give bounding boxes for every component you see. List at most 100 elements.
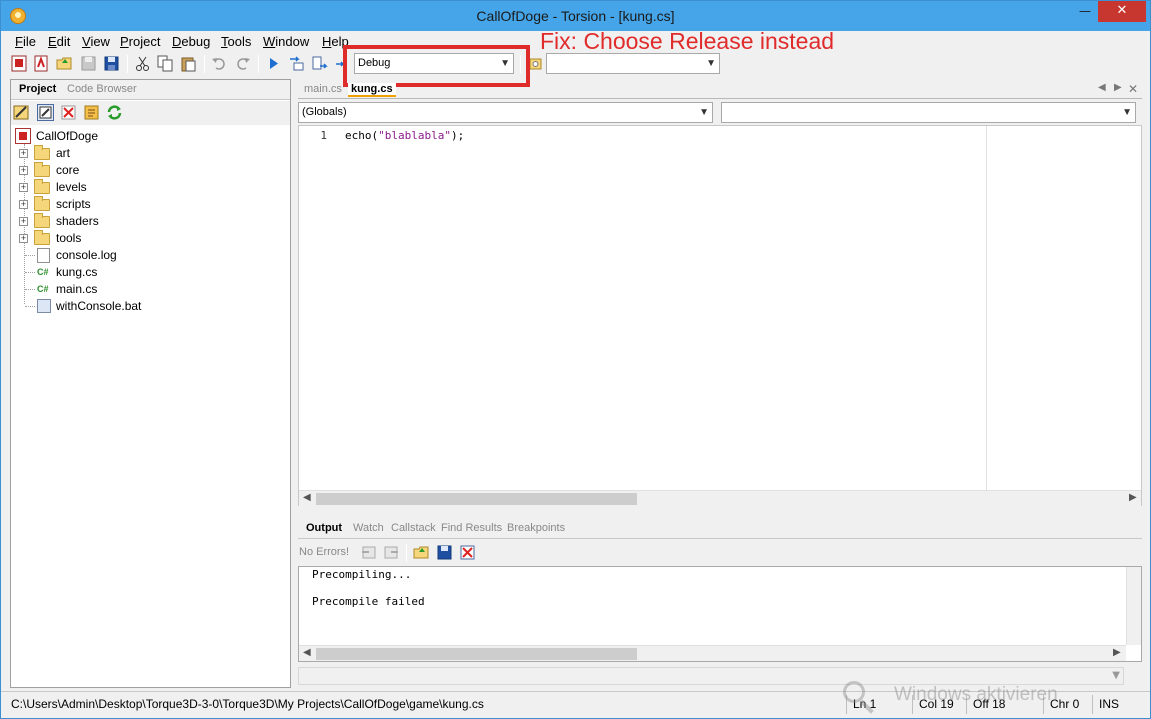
tab-kung-cs[interactable]: kung.cs <box>348 83 396 97</box>
chevron-down-icon: ▼ <box>706 58 716 69</box>
tab-main-cs[interactable]: main.cs <box>304 83 342 95</box>
scroll-right-icon[interactable]: ▶ <box>1113 647 1121 658</box>
open-folder-icon[interactable] <box>56 55 73 72</box>
project-toolbar <box>11 101 290 125</box>
tree-folder-scripts[interactable]: + scripts <box>19 196 219 213</box>
edit-icon[interactable] <box>13 104 30 121</box>
tab-project[interactable]: Project <box>19 83 56 95</box>
menu-debug[interactable]: Debug <box>172 34 210 49</box>
expand-icon[interactable]: + <box>19 200 28 209</box>
tree-folder-core[interactable]: + core <box>19 162 219 179</box>
expand-icon[interactable]: + <box>19 149 28 158</box>
tab-output[interactable]: Output <box>306 522 342 534</box>
output-console[interactable]: Precompiling... Precompile failed ◀ ▶ <box>298 566 1142 662</box>
open-folder-icon[interactable] <box>413 544 430 561</box>
close-icon[interactable]: ✕ <box>1098 1 1146 22</box>
tree-folder-art[interactable]: + art <box>19 145 219 162</box>
project-panel: Project Code Browser CallOfDoge + art + … <box>10 79 291 688</box>
menu-file[interactable]: File <box>15 34 36 49</box>
tab-watch[interactable]: Watch <box>353 522 384 534</box>
minimize-icon[interactable]: — <box>1070 1 1100 22</box>
previous-error-icon[interactable] <box>360 544 377 561</box>
scroll-right-icon[interactable]: ▶ <box>1129 492 1137 503</box>
cs-icon: C# <box>37 267 49 277</box>
close-tab-icon[interactable]: ✕ <box>1128 82 1138 96</box>
output-horizontal-scrollbar[interactable]: ◀ ▶ <box>299 645 1126 661</box>
scrollbar-thumb[interactable] <box>316 493 637 505</box>
save-icon[interactable] <box>80 55 97 72</box>
menu-tools[interactable]: Tools <box>221 34 251 49</box>
save-icon[interactable] <box>436 544 453 561</box>
clear-output-icon[interactable] <box>459 544 476 561</box>
scrollbar-thumb[interactable] <box>316 648 637 660</box>
code-line[interactable]: echo("blablabla"); <box>345 129 464 142</box>
cs-icon: C# <box>37 284 49 294</box>
output-vertical-scrollbar[interactable] <box>1126 567 1141 645</box>
tree-folder-levels[interactable]: + levels <box>19 179 219 196</box>
properties-icon[interactable] <box>83 104 100 121</box>
refresh-icon[interactable] <box>106 104 123 121</box>
tree-file-withconsole-bat[interactable]: withConsole.bat <box>19 298 219 315</box>
menu-project[interactable]: Project <box>120 34 160 49</box>
cut-icon[interactable] <box>134 55 151 72</box>
tree-file-console-log[interactable]: console.log <box>19 247 219 264</box>
expand-icon[interactable]: + <box>19 234 28 243</box>
menu-edit[interactable]: Edit <box>48 34 70 49</box>
scope-dropdown[interactable]: (Globals) ▼ <box>298 102 713 123</box>
tree-root[interactable]: CallOfDoge <box>15 128 215 145</box>
tab-find-results[interactable]: Find Results <box>441 522 502 534</box>
save-all-icon[interactable] <box>103 55 120 72</box>
status-file-path: C:\Users\Admin\Desktop\Torque3D-3-0\Torq… <box>11 697 484 711</box>
editor-tabs: main.cs kung.cs ◀ ▶ ✕ <box>298 80 1142 99</box>
tab-scroll-left-icon[interactable]: ◀ <box>1098 82 1106 93</box>
rename-icon[interactable] <box>37 104 54 121</box>
annotation-text: Fix: Choose Release instead <box>540 28 835 54</box>
menu-window[interactable]: Window <box>263 34 309 49</box>
expand-icon[interactable]: + <box>19 217 28 226</box>
project-icon <box>15 128 31 144</box>
target-dropdown[interactable]: ▼ <box>546 53 720 74</box>
step-into-icon[interactable] <box>288 55 305 72</box>
folder-icon <box>34 230 50 245</box>
scroll-left-icon[interactable]: ◀ <box>303 492 311 503</box>
tree-folder-shaders[interactable]: + shaders <box>19 213 219 230</box>
tree-folder-tools[interactable]: + tools <box>19 230 219 247</box>
tree-file-kung-cs[interactable]: C# kung.cs <box>19 264 219 281</box>
folder-icon <box>34 196 50 211</box>
line-gutter: 1 <box>299 126 332 491</box>
tree-file-main-cs[interactable]: C# main.cs <box>19 281 219 298</box>
status-insert-mode: INS <box>1099 697 1120 711</box>
project-panel-tabs: Project Code Browser <box>11 80 290 100</box>
menu-view[interactable]: View <box>82 34 110 49</box>
folder-icon <box>34 145 50 160</box>
tab-scroll-right-icon[interactable]: ▶ <box>1114 82 1122 93</box>
new-project-icon[interactable] <box>11 55 28 72</box>
paste-icon[interactable] <box>180 55 197 72</box>
tab-breakpoints[interactable]: Breakpoints <box>507 522 565 534</box>
undo-icon[interactable] <box>211 55 228 72</box>
app-window: CallOfDoge - Torsion - [kung.cs] — ✕ Fil… <box>0 0 1151 719</box>
console-input[interactable]: ▼ <box>298 667 1124 685</box>
member-dropdown[interactable]: ▼ <box>721 102 1136 123</box>
chevron-down-icon: ▼ <box>1122 107 1132 118</box>
delete-icon[interactable] <box>60 104 77 121</box>
tab-callstack[interactable]: Callstack <box>391 522 436 534</box>
output-line: Precompiling... <box>312 568 412 581</box>
output-toolbar: No Errors! <box>298 542 1142 564</box>
expand-icon[interactable]: + <box>19 183 28 192</box>
run-icon[interactable] <box>265 55 282 72</box>
step-over-icon[interactable] <box>311 55 328 72</box>
new-file-icon[interactable] <box>33 55 50 72</box>
chevron-down-icon: ▼ <box>1112 670 1120 681</box>
folder-icon <box>34 213 50 228</box>
expand-icon[interactable]: + <box>19 166 28 175</box>
window-title: CallOfDoge - Torsion - [kung.cs] <box>476 8 675 24</box>
copy-icon[interactable] <box>157 55 174 72</box>
editor-horizontal-scrollbar[interactable]: ◀ ▶ <box>299 490 1141 506</box>
redo-icon[interactable] <box>234 55 251 72</box>
scroll-left-icon[interactable]: ◀ <box>303 647 311 658</box>
code-editor[interactable]: 1 echo("blablabla"); ◀ ▶ <box>298 125 1142 506</box>
tab-code-browser[interactable]: Code Browser <box>67 83 137 95</box>
next-error-icon[interactable] <box>383 544 400 561</box>
output-line: Precompile failed <box>312 595 425 608</box>
